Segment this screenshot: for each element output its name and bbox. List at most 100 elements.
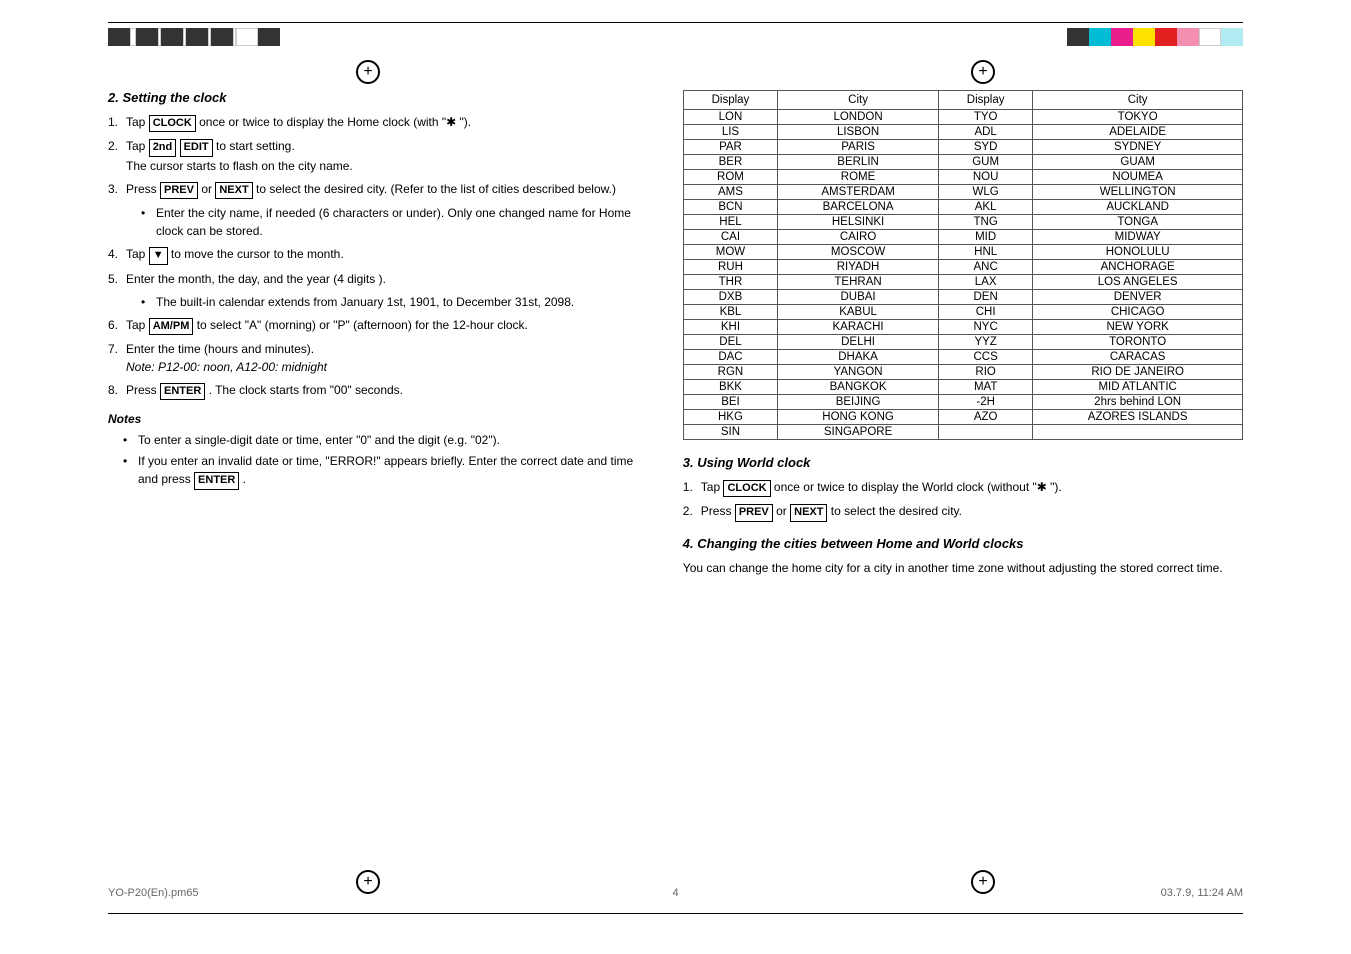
- city-col: DHAKA: [778, 350, 939, 365]
- notes-title: Notes: [108, 412, 653, 426]
- bottom-border-line: [108, 913, 1243, 914]
- display-col: DEL: [683, 335, 777, 350]
- city-table-row: BEIBEIJING-2H2hrs behind LON: [683, 395, 1242, 410]
- city-col: DUBAI: [778, 290, 939, 305]
- city-table-body: LONLONDONTYOTOKYOLISLISBONADLADELAIDEPAR…: [683, 110, 1242, 440]
- display-col: LIS: [683, 125, 777, 140]
- display-col: MAT: [938, 380, 1032, 395]
- prev-key-s3: PREV: [735, 504, 773, 521]
- display-col: ANC: [938, 260, 1032, 275]
- city-table-row: MOWMOSCOWHNLHONOLULU: [683, 245, 1242, 260]
- city-table-row: SINSINGAPORE: [683, 425, 1242, 440]
- city-table-row: ROMROMENOUNOUMEA: [683, 170, 1242, 185]
- main-content: 2. Setting the clock 1. Tap CLOCK once o…: [108, 80, 1243, 874]
- display-col: -2H: [938, 395, 1032, 410]
- display-col: DEN: [938, 290, 1032, 305]
- city-col: BANGKOK: [778, 380, 939, 395]
- section-3-title: 3. Using World clock: [683, 455, 1243, 470]
- city-col: [1033, 425, 1243, 440]
- section-3-steps: 1. Tap CLOCK once or twice to display th…: [683, 478, 1243, 522]
- display-col: MOW: [683, 245, 777, 260]
- display-col: PAR: [683, 140, 777, 155]
- display-col: HEL: [683, 215, 777, 230]
- col-header-display-2: Display: [938, 91, 1032, 110]
- top-border-line: [108, 22, 1243, 23]
- city-col: TOKYO: [1033, 110, 1243, 125]
- color-block-6: [236, 28, 258, 46]
- city-col: HONOLULU: [1033, 245, 1243, 260]
- display-col: KBL: [683, 305, 777, 320]
- city-col: WELLINGTON: [1033, 185, 1243, 200]
- city-col: AUCKLAND: [1033, 200, 1243, 215]
- city-col: CHICAGO: [1033, 305, 1243, 320]
- city-col: DENVER: [1033, 290, 1243, 305]
- display-col: CHI: [938, 305, 1032, 320]
- color-block-1: [108, 28, 130, 46]
- city-col: YANGON: [778, 365, 939, 380]
- city-col: LOS ANGELES: [1033, 275, 1243, 290]
- city-col: 2hrs behind LON: [1033, 395, 1243, 410]
- display-col: DXB: [683, 290, 777, 305]
- city-table-row: LONLONDONTYOTOKYO: [683, 110, 1242, 125]
- city-col: ADELAIDE: [1033, 125, 1243, 140]
- display-col: RUH: [683, 260, 777, 275]
- display-col: WLG: [938, 185, 1032, 200]
- city-col: LONDON: [778, 110, 939, 125]
- city-table-row: BERBERLINGUMGUAM: [683, 155, 1242, 170]
- city-table-row: CAICAIROMIDMIDWAY: [683, 230, 1242, 245]
- down-arrow-key: ▼: [149, 247, 168, 264]
- city-col: PARIS: [778, 140, 939, 155]
- note-2: If you enter an invalid date or time, "E…: [123, 452, 653, 489]
- step-3: 3. Press PREV or NEXT to select the desi…: [108, 180, 653, 240]
- color-block-4: [186, 28, 208, 46]
- notes-list: To enter a single-digit date or time, en…: [123, 431, 653, 489]
- display-col: SIN: [683, 425, 777, 440]
- ampm-key: AM/PM: [149, 318, 194, 335]
- color-block-7: [258, 28, 280, 46]
- section-4-title: 4. Changing the cities between Home and …: [683, 536, 1243, 551]
- display-col: DAC: [683, 350, 777, 365]
- display-col: ADL: [938, 125, 1032, 140]
- cs-r-magenta: [1111, 28, 1133, 46]
- step-1: 1. Tap CLOCK once or twice to display th…: [108, 113, 653, 132]
- city-col: LISBON: [778, 125, 939, 140]
- city-table-row: BCNBARCELONAAKLAUCKLAND: [683, 200, 1242, 215]
- city-col: AMSTERDAM: [778, 185, 939, 200]
- city-table-row: LISLISBONADLADELAIDE: [683, 125, 1242, 140]
- cs-r-white: [1199, 28, 1221, 46]
- step-4: 4. Tap ▼ to move the cursor to the month…: [108, 245, 653, 264]
- enter-key-note: ENTER: [194, 472, 239, 489]
- cs-r-yellow: [1133, 28, 1155, 46]
- city-col: TEHRAN: [778, 275, 939, 290]
- step-2: 2. Tap 2nd EDIT to start setting. The cu…: [108, 137, 653, 174]
- display-col: AZO: [938, 410, 1032, 425]
- city-table-row: DELDELHIYYZTORONTO: [683, 335, 1242, 350]
- display-col: AKL: [938, 200, 1032, 215]
- col-header-city-1: City: [778, 91, 939, 110]
- clock-key-s3: CLOCK: [723, 480, 770, 497]
- city-table-row: HKGHONG KONGAZOAZORES ISLANDS: [683, 410, 1242, 425]
- note-1: To enter a single-digit date or time, en…: [123, 431, 653, 449]
- display-col: CCS: [938, 350, 1032, 365]
- footer-center: 4: [672, 887, 678, 899]
- section-2: 2. Setting the clock 1. Tap CLOCK once o…: [108, 90, 653, 490]
- display-col: ROM: [683, 170, 777, 185]
- city-col: KABUL: [778, 305, 939, 320]
- section-3: 3. Using World clock 1. Tap CLOCK once o…: [683, 455, 1243, 522]
- city-col: RIO DE JANEIRO: [1033, 365, 1243, 380]
- city-col: MID ATLANTIC: [1033, 380, 1243, 395]
- city-col: NEW YORK: [1033, 320, 1243, 335]
- step-3-bullets: Enter the city name, if needed (6 charac…: [141, 204, 653, 240]
- display-col: YYZ: [938, 335, 1032, 350]
- city-table-row: DXBDUBAIDENDENVER: [683, 290, 1242, 305]
- clock-key: CLOCK: [149, 115, 196, 132]
- 2nd-key: 2nd: [149, 139, 177, 156]
- city-table-row: KHIKARACHINYCNEW YORK: [683, 320, 1242, 335]
- cs-r-pink: [1177, 28, 1199, 46]
- step-5-bullets: The built-in calendar extends from Janua…: [141, 293, 653, 311]
- city-col: CAIRO: [778, 230, 939, 245]
- color-block-3: [161, 28, 183, 46]
- step-5: 5. Enter the month, the day, and the yea…: [108, 270, 653, 311]
- section-2-title: 2. Setting the clock: [108, 90, 653, 105]
- display-col: AMS: [683, 185, 777, 200]
